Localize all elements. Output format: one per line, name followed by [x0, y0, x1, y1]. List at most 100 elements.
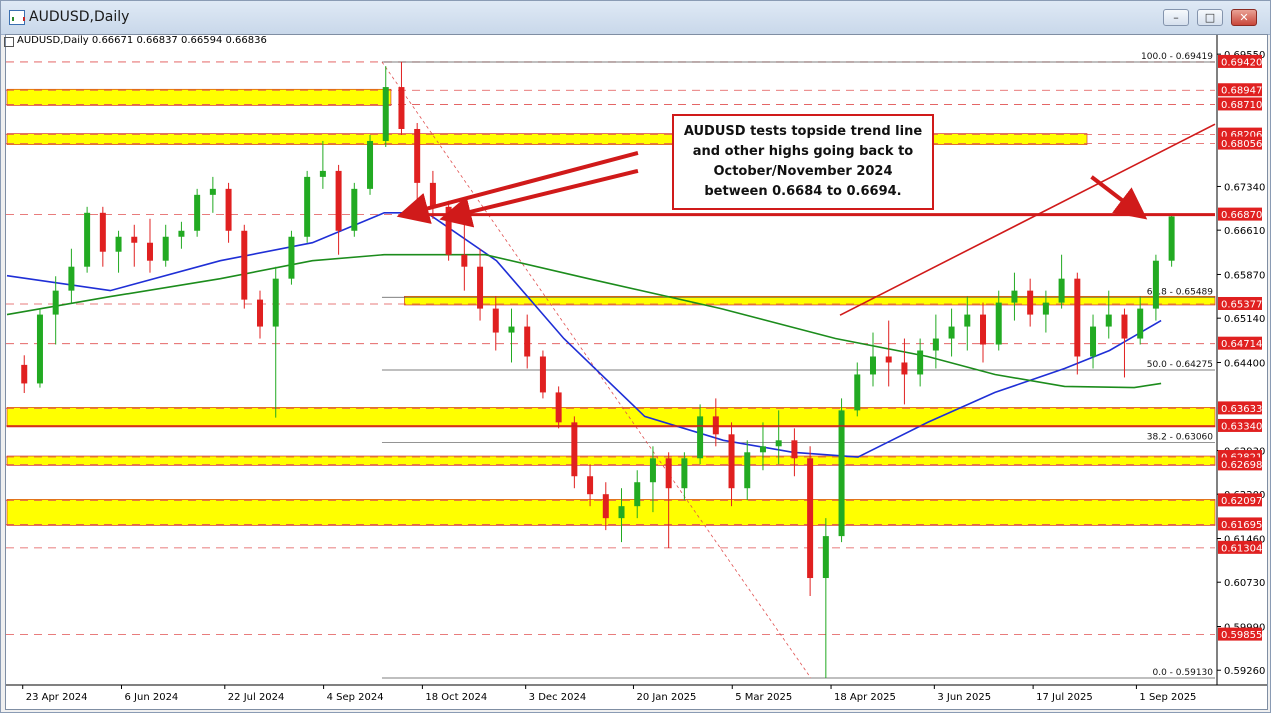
candle-body	[524, 326, 531, 357]
candle-body	[1152, 260, 1159, 309]
price-label: 0.68056	[1221, 139, 1262, 150]
candle-body	[146, 242, 153, 261]
candle-body	[728, 434, 735, 489]
candle-body	[964, 314, 971, 327]
price-chart[interactable]: 100.0 - 0.6941961.8 - 0.6548950.0 - 0.64…	[6, 35, 1267, 709]
x-tick-label: 23 Apr 2024	[26, 692, 88, 703]
candle-body	[461, 254, 468, 267]
annotation-callout[interactable]: AUDUSD tests topside trend line and othe…	[672, 114, 934, 210]
candle-body	[398, 87, 405, 129]
candle-body	[115, 236, 122, 252]
candle-body	[822, 536, 829, 579]
maximize-button[interactable]: □	[1197, 9, 1223, 26]
candle-body	[367, 140, 374, 189]
candle-body	[131, 236, 138, 243]
candle-body	[52, 290, 59, 315]
candle-body	[162, 236, 169, 261]
candle-body	[980, 314, 987, 345]
candle-body	[335, 170, 342, 231]
candle-body	[744, 452, 751, 489]
candle-body	[68, 266, 75, 291]
chart-window-icon	[9, 10, 25, 25]
candle-body	[1137, 308, 1144, 339]
candle-body	[272, 278, 279, 327]
support-resistance-zone	[6, 455, 1216, 466]
candle-body	[319, 170, 326, 177]
candle-body	[791, 440, 798, 459]
candle-body	[869, 356, 876, 375]
candle-body	[807, 458, 814, 579]
chart-panel[interactable]: 100.0 - 0.69419 61.8 - 0.65489 50.0 - 0.64…	[5, 34, 1268, 710]
price-label: 0.69420	[1221, 57, 1262, 68]
candle-body	[948, 326, 955, 339]
price-label: 0.62698	[1221, 460, 1262, 471]
candle-body	[1042, 302, 1049, 315]
candle-body	[681, 458, 688, 489]
symbol-label: AUDUSD,Daily	[17, 35, 89, 46]
fib-level-label: 50.0 - 0.64275	[1147, 360, 1213, 370]
support-resistance-zone	[6, 407, 1216, 428]
candle-body	[1121, 314, 1128, 339]
candle-body	[36, 314, 43, 384]
y-tick-label: 0.64400	[1224, 358, 1265, 369]
price-label: 0.62097	[1221, 496, 1262, 507]
candle-body	[1027, 290, 1034, 315]
candle-body	[225, 188, 232, 231]
y-tick-label: 0.65870	[1224, 270, 1265, 281]
x-tick-label: 4 Sep 2024	[327, 692, 384, 703]
minimize-button[interactable]: –	[1163, 9, 1189, 26]
support-resistance-zone	[6, 499, 1216, 526]
x-tick-label: 17 Jul 2025	[1036, 692, 1093, 703]
fib-level-label: 0.0 - 0.59130	[1153, 668, 1214, 678]
fib-level-label: 100.0 - 0.69419	[1141, 52, 1213, 62]
candle-body	[1011, 290, 1018, 303]
x-tick-label: 3 Jun 2025	[937, 692, 991, 703]
candle-body	[477, 266, 484, 309]
candle-body	[414, 128, 421, 183]
price-label: 0.65377	[1221, 299, 1262, 310]
y-tick-label: 0.66610	[1224, 226, 1265, 237]
candle-body	[602, 494, 609, 519]
price-label: 0.68710	[1221, 100, 1262, 111]
candle-body	[555, 392, 562, 423]
expand-icon[interactable]	[4, 37, 14, 47]
candle-body	[854, 374, 861, 411]
price-label: 0.59855	[1221, 630, 1262, 641]
candle-body	[539, 356, 546, 393]
window-title: AUDUSD,Daily	[29, 9, 130, 25]
candle-body	[508, 326, 515, 333]
candle-body	[618, 506, 625, 519]
price-label: 0.63633	[1221, 404, 1262, 415]
candle-body	[351, 188, 358, 231]
candle-body	[429, 182, 436, 207]
candle-body	[1090, 326, 1097, 357]
price-label: 0.66870	[1221, 210, 1262, 221]
price-label: 0.61304	[1221, 543, 1262, 554]
close-button[interactable]: ✕	[1231, 9, 1257, 26]
candle-body	[587, 476, 594, 495]
candle-body	[209, 188, 216, 195]
candle-body	[634, 482, 641, 507]
price-label: 0.68947	[1221, 86, 1262, 97]
candle-body	[932, 338, 939, 351]
support-resistance-zone	[6, 88, 392, 106]
candle-body	[759, 446, 766, 453]
x-tick-label: 22 Jul 2024	[228, 692, 285, 703]
candle-body	[1074, 278, 1081, 357]
candle-body	[257, 299, 264, 327]
candle-body	[382, 87, 389, 141]
candle-body	[838, 410, 845, 537]
x-tick-label: 6 Jun 2024	[125, 692, 179, 703]
candle-body	[84, 212, 91, 267]
symbol-info: AUDUSD,Daily 0.66671 0.66837 0.66594 0.6…	[4, 35, 267, 47]
title-bar[interactable]: AUDUSD,Daily – □ ✕	[1, 1, 1270, 35]
x-tick-label: 5 Mar 2025	[735, 692, 792, 703]
candle-body	[1058, 278, 1065, 303]
ohlc-values: 0.66671 0.66837 0.66594 0.66836	[91, 35, 267, 46]
candle-body	[492, 308, 499, 333]
candle-body	[649, 458, 656, 483]
candle-body	[241, 230, 248, 300]
candle-body	[99, 212, 106, 252]
candle-body	[697, 416, 704, 459]
candle-body	[1105, 314, 1112, 327]
